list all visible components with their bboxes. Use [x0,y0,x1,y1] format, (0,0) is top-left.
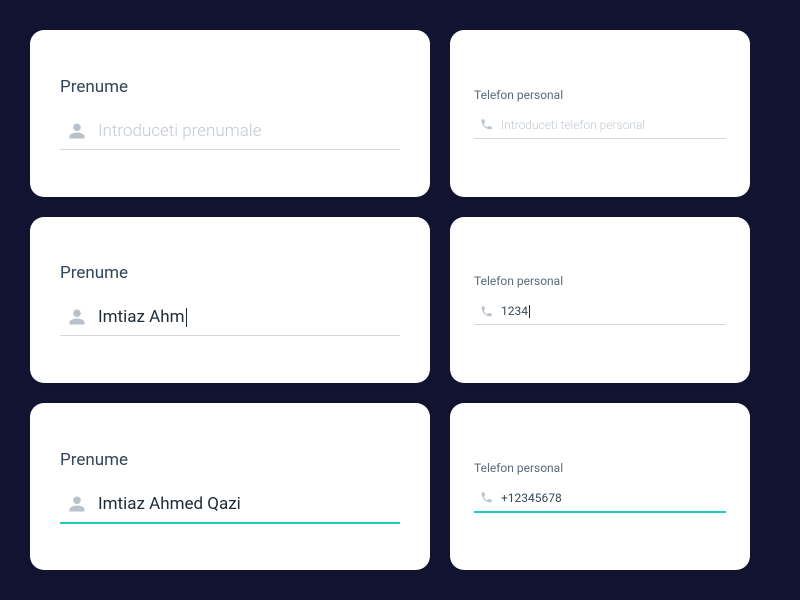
phone-input[interactable]: 1234 [501,304,726,318]
card-phone-filled: Telefon personal [450,403,750,570]
card-name-empty: Prenume [30,30,430,197]
phone-icon [480,305,493,318]
label-phone: Telefon personal [474,274,726,288]
card-name-typing: Prenume Imtiaz Ahm [30,217,430,384]
card-phone-empty: Telefon personal [450,30,750,197]
card-phone-typing: Telefon personal 1234 [450,217,750,384]
input-row[interactable] [474,489,726,513]
phone-input[interactable] [501,491,726,505]
phone-icon [480,118,493,131]
input-states-grid: Prenume Telefon personal Prenume Imtiaz … [30,30,770,570]
person-icon [68,495,86,513]
input-row[interactable] [60,117,400,150]
text-cursor [186,308,187,327]
name-input[interactable]: Imtiaz Ahm [98,307,400,327]
label-name: Prenume [60,450,400,470]
input-row[interactable]: 1234 [474,302,726,325]
label-phone: Telefon personal [474,461,726,475]
person-icon [68,308,86,326]
label-name: Prenume [60,263,400,283]
person-icon [68,122,86,140]
phone-input[interactable] [501,118,726,132]
input-row[interactable]: Imtiaz Ahm [60,303,400,336]
label-phone: Telefon personal [474,88,726,102]
phone-icon [480,491,493,504]
name-input[interactable] [98,121,400,141]
label-name: Prenume [60,77,400,97]
input-row[interactable] [474,116,726,139]
name-input[interactable] [98,494,400,514]
card-name-filled: Prenume [30,403,430,570]
input-row[interactable] [60,490,400,524]
text-cursor [529,305,530,318]
